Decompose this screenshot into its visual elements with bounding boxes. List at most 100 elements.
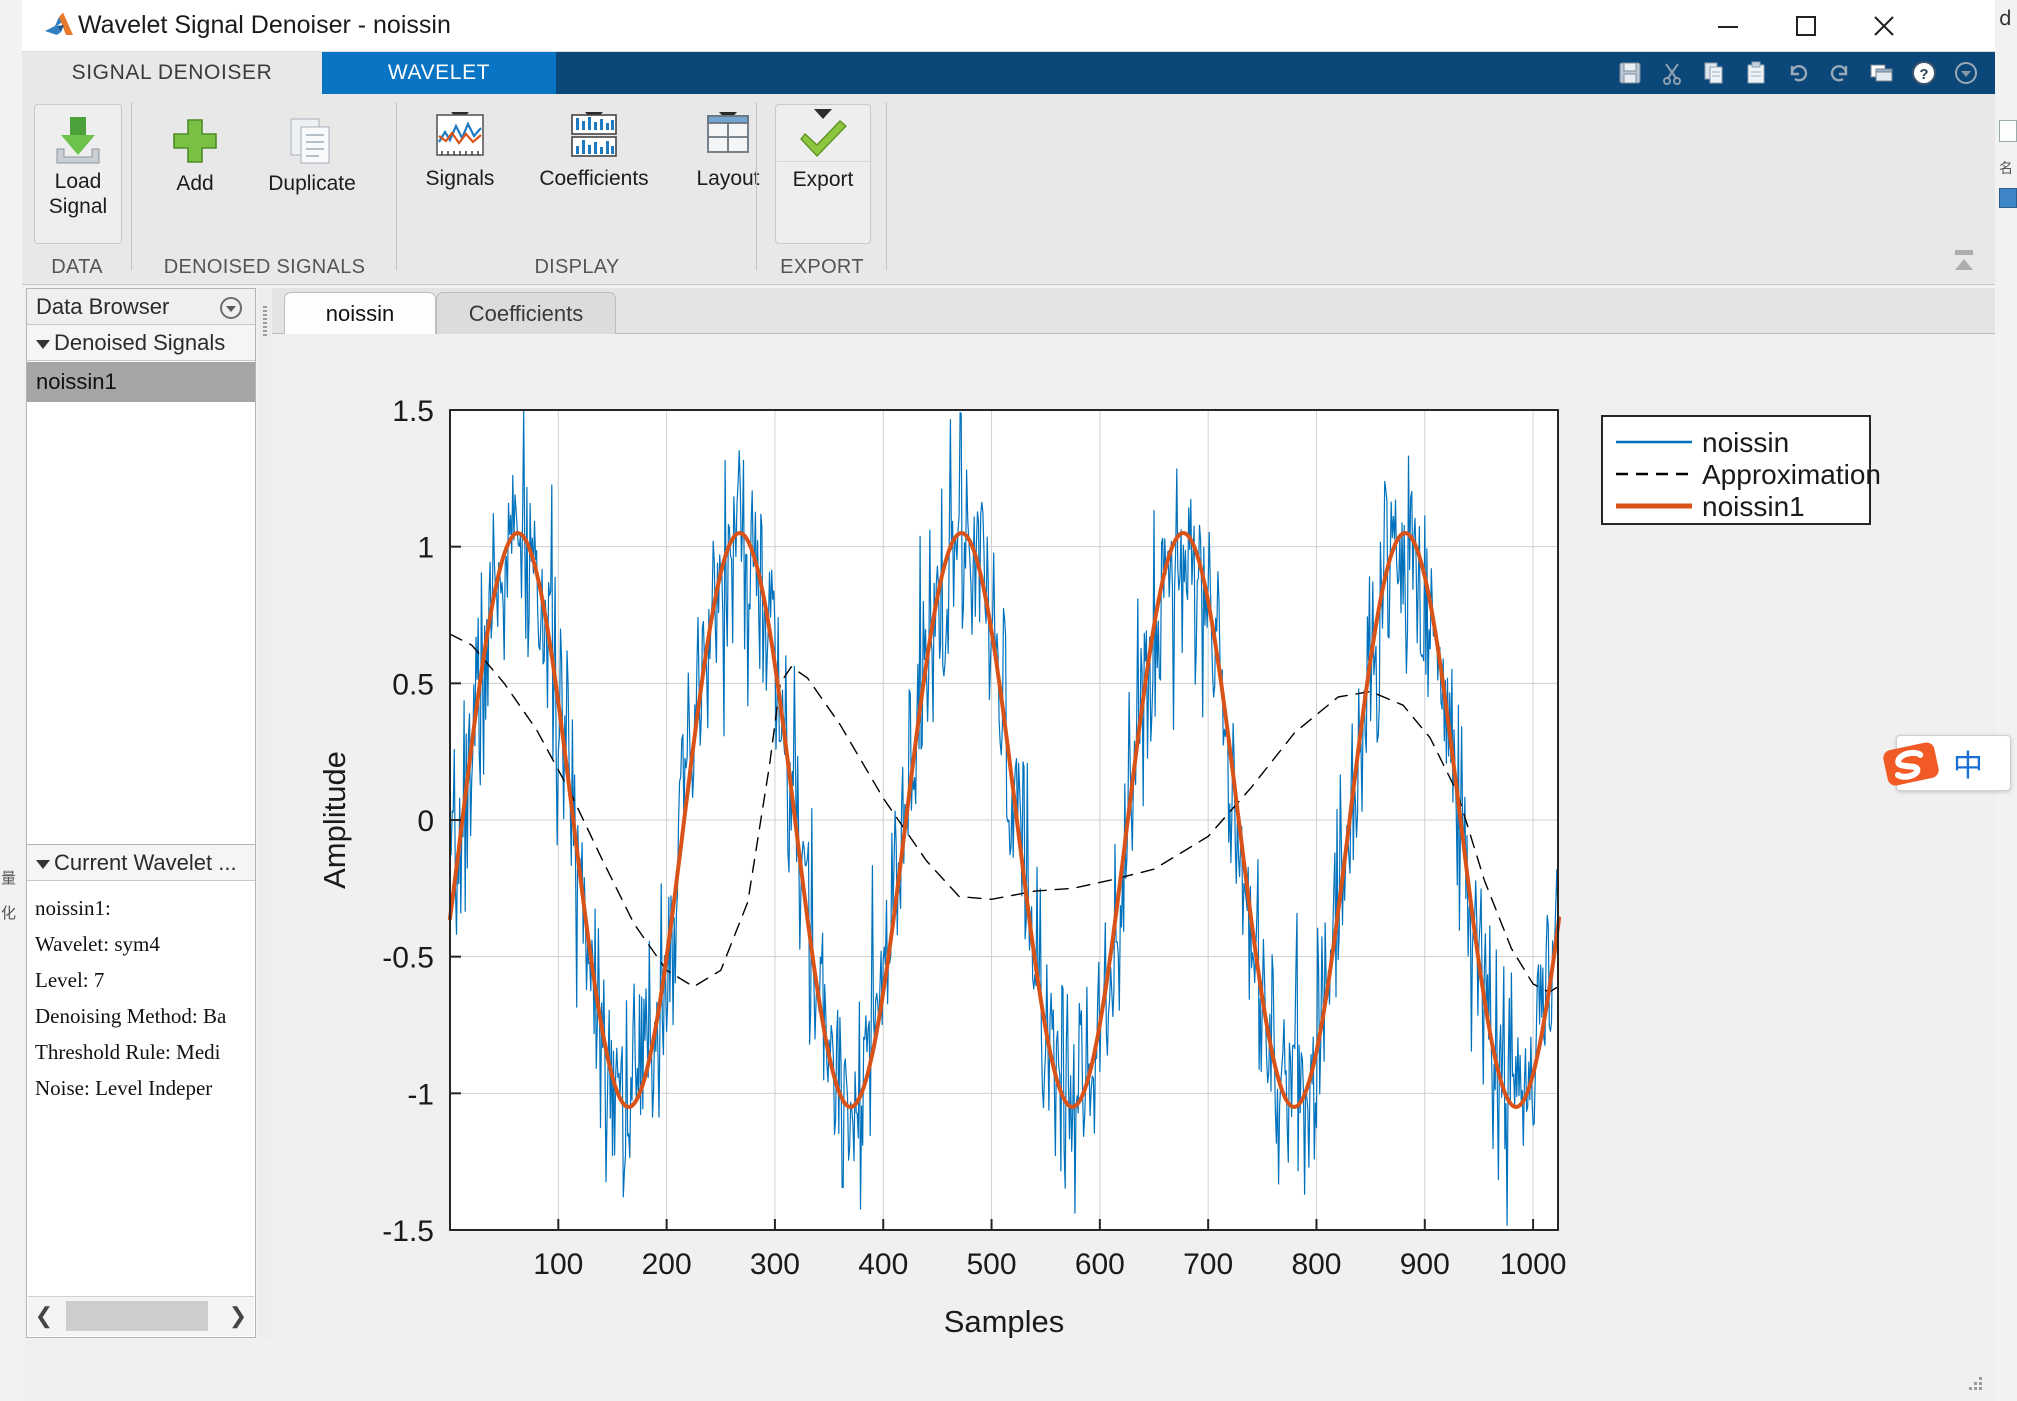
bottom-bar [22,1338,1995,1401]
load-signal-label-line2: Signal [35,194,121,219]
chart-canvas: 1002003004005006007008009001000-1.5-1-0.… [272,334,1995,1338]
maximize-icon [1793,13,1819,39]
signals-button[interactable]: Signals [405,108,515,248]
export-button[interactable]: Export [775,104,871,244]
wavelet-info-line: Threshold Rule: Medi [35,1034,255,1070]
window-title: Wavelet Signal Denoiser - noissin [78,11,451,40]
desktop-left-glyph: 化 [1,905,21,922]
desktop-icon-window [1999,120,2017,142]
copy-icon[interactable] [1693,52,1735,94]
x-axis-label: Samples [944,1304,1065,1338]
ribbon-group-denoised-signals: Add Duplicate DEN [132,94,397,285]
x-tick-label: 300 [750,1248,800,1281]
ime-floating-bar[interactable]: 中 [1896,735,2011,791]
matlab-logo-icon [44,12,74,40]
tab-coefficients[interactable]: Coefficients [436,292,616,334]
add-button[interactable]: Add [150,108,240,228]
coefficients-button[interactable]: Coefficients [515,108,673,248]
panel-splitter[interactable] [258,288,272,1338]
ribbon-tab-strip: SIGNAL DENOISER WAVELET [22,52,1995,94]
y-tick-label: 0 [417,805,434,838]
x-tick-label: 1000 [1500,1248,1567,1281]
close-button[interactable] [1845,0,1923,51]
minimize-button[interactable] [1689,0,1767,51]
load-signal-label-line1: Load [35,169,121,194]
x-tick-label: 100 [533,1248,583,1281]
y-tick-label: -1.5 [382,1215,434,1248]
tab-noissin[interactable]: noissin [284,292,436,334]
wavelet-info-line: Level: 7 [35,962,255,998]
ime-mode-label[interactable]: 中 [1953,741,1983,785]
coefficients-label: Coefficients [515,166,673,191]
paste-icon[interactable] [1735,52,1777,94]
maximize-button[interactable] [1767,0,1845,51]
list-item-noissin1[interactable]: noissin1 [27,362,255,402]
green-check-icon [795,117,851,166]
x-tick-label: 400 [858,1248,908,1281]
cut-icon[interactable] [1651,52,1693,94]
y-tick-label: 1.5 [392,395,434,428]
x-tick-label: 700 [1183,1248,1233,1281]
plus-icon [168,116,222,173]
y-tick-label: 0.5 [392,668,434,701]
redo-icon[interactable] [1819,52,1861,94]
ribbon-group-label-export: EXPORT [757,256,887,279]
tab-wavelet[interactable]: WAVELET [322,52,556,94]
help-icon[interactable]: ? [1903,52,1945,94]
y-tick-label: 1 [417,532,434,565]
current-wavelet-header[interactable]: Current Wavelet ... [27,845,255,881]
desktop-left-strip [0,0,22,1401]
tab-signal-denoiser[interactable]: SIGNAL DENOISER [22,52,322,94]
collapse-toolstrip-icon[interactable] [1947,248,1981,274]
toolstrip: SIGNAL DENOISER WAVELET [22,52,1995,285]
signals-label: Signals [405,166,515,191]
x-tick-label: 600 [1075,1248,1125,1281]
svg-text:?: ? [1919,66,1928,83]
x-tick-label: 900 [1400,1248,1450,1281]
chevron-left-icon[interactable]: ❮ [28,1297,60,1335]
current-wavelet-panel: Current Wavelet ... noissin1: Wavelet: s… [26,844,256,1338]
title-bar: Wavelet Signal Denoiser - noissin [22,0,1995,52]
x-tick-label: 200 [642,1248,692,1281]
y-axis-label: Amplitude [317,751,352,889]
duplicate-label: Duplicate [244,171,380,196]
data-browser-header: Data Browser [27,289,255,325]
wavelet-info-line: noissin1: [35,890,255,926]
more-options-icon[interactable] [1945,52,1987,94]
chevron-down-icon [36,860,50,869]
resize-grip-icon[interactable] [1963,1371,1985,1393]
undo-icon[interactable] [1777,52,1819,94]
close-icon [1871,13,1897,39]
current-wavelet-title: Current Wavelet ... [54,850,237,875]
ribbon-group-data: Load Signal DATA [22,94,132,285]
desktop-right-strip [1995,0,2017,1401]
button-divider [777,161,869,162]
layout-grid-icon [702,112,754,167]
horizontal-scrollbar[interactable]: ❮ ❯ [28,1296,254,1336]
denoised-signals-section-label: Denoised Signals [54,330,225,355]
signal-plot[interactable]: 1002003004005006007008009001000-1.5-1-0.… [272,334,1995,1338]
wavelet-info-line: Wavelet: sym4 [35,926,255,962]
document-tab-strip: noissin Coefficients [272,288,1995,334]
denoised-signals-section-header[interactable]: Denoised Signals [27,325,255,361]
group-separator [886,102,887,270]
quick-access-toolbar: ? [1609,52,1995,94]
desktop-right-glyph: 名 [1999,158,2017,178]
x-tick-label: 800 [1291,1248,1341,1281]
ribbon-group-display: Signals [397,94,757,285]
layout-windows-icon[interactable] [1861,52,1903,94]
ribbon: Load Signal DATA Add [22,94,1995,285]
data-browser-title: Data Browser [36,294,169,319]
load-signal-icon [51,115,105,172]
splitter-grip-icon [263,306,267,338]
save-icon[interactable] [1609,52,1651,94]
ribbon-group-label-display: DISPLAY [397,256,757,279]
chevron-down-icon [36,340,50,349]
duplicate-button[interactable]: Duplicate [244,108,380,228]
chevron-right-icon[interactable]: ❯ [222,1297,254,1335]
x-tick-label: 500 [967,1248,1017,1281]
current-wavelet-text: noissin1: Wavelet: sym4 Level: 7 Denoisi… [27,882,255,1291]
load-signal-button[interactable]: Load Signal [34,104,122,244]
scrollbar-thumb[interactable] [66,1301,208,1331]
desktop-icon-grid [1999,188,2017,208]
